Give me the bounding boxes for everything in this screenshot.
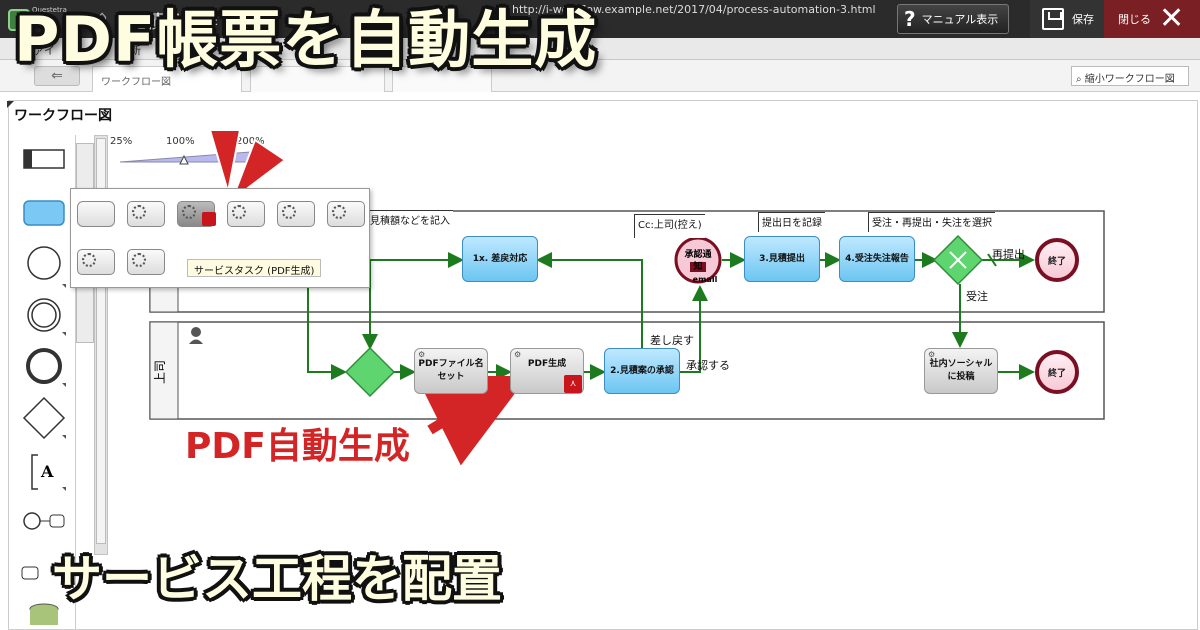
- task-approve[interactable]: 2.見積案の承認: [604, 348, 680, 394]
- gear-icon: [232, 205, 246, 219]
- pdf-icon: [202, 212, 216, 226]
- popup-tooltip: サービスタスク (PDF生成): [187, 259, 322, 277]
- service-task-popup: サービスタスク (PDF生成): [70, 188, 370, 288]
- task-pdf-filename[interactable]: ⚙ PDFファイル名セット: [414, 348, 488, 394]
- popup-pdf-task[interactable]: [177, 201, 216, 227]
- task-submit[interactable]: 3.見積提出: [744, 236, 820, 282]
- gear-icon: [282, 205, 296, 219]
- annotation-top-left[interactable]: 見積額などを記入: [366, 210, 453, 228]
- lower-lane-label: 上司: [153, 360, 167, 384]
- gear-icon: [332, 205, 346, 219]
- gear-icon: [182, 205, 196, 219]
- gear-icon: ⚙: [418, 350, 426, 359]
- gear-icon: [82, 253, 96, 267]
- popup-plain-task[interactable]: [77, 201, 115, 227]
- edge-label-return: 差し戻す: [650, 334, 694, 347]
- task-post-social-label: 社内ソーシャルに投稿: [929, 359, 993, 382]
- popup-filename-task[interactable]: [77, 249, 115, 275]
- popup-chat-task[interactable]: [127, 249, 165, 275]
- gear-icon: [132, 253, 146, 267]
- gear-icon: ⚙: [514, 350, 522, 359]
- task-pdf-gen-label: PDF生成: [527, 358, 567, 369]
- annotation-cc[interactable]: Cc:上司(控え): [634, 214, 705, 238]
- pdf-callout-text: PDF自動生成: [185, 426, 410, 467]
- task-report[interactable]: 4.受注失注報告: [839, 236, 915, 282]
- edge-label-won: 受注: [966, 290, 988, 303]
- popup-db-task[interactable]: [277, 201, 315, 227]
- popup-table-task[interactable]: [127, 201, 165, 227]
- pdf-icon: ⋏: [564, 375, 582, 393]
- workflow-diagram: 上司 承認通 知 email: [149, 129, 1105, 466]
- edge-label-approve: 承認する: [686, 359, 730, 372]
- popup-script-task[interactable]: [227, 201, 265, 227]
- annotation-submit[interactable]: 提出日を記録: [758, 212, 825, 232]
- red-arrow-1: [208, 129, 242, 193]
- task-post-social[interactable]: ⚙ 社内ソーシャルに投稿: [924, 348, 998, 394]
- task-revise[interactable]: 1x. 差戻対応: [462, 236, 538, 282]
- gear-icon: [132, 205, 146, 219]
- notify-email-label: email: [693, 275, 718, 284]
- task-pdf-filename-label: PDFファイル名セット: [418, 359, 484, 382]
- edge-label-resubmit: 再提出: [992, 248, 1025, 261]
- notify-label: 承認通: [684, 248, 711, 260]
- end-event-lower[interactable]: 終了: [1035, 350, 1079, 394]
- popup-subprocess-task[interactable]: [327, 201, 365, 227]
- bottom-caption-text: サービス工程を配置: [52, 550, 502, 608]
- notify-label-2: 知: [692, 260, 702, 272]
- headline-text: PDF帳票を自動生成: [14, 3, 598, 76]
- annotation-choose[interactable]: 受注・再提出・失注を選択: [868, 212, 995, 232]
- end-event-upper[interactable]: 終了: [1035, 238, 1079, 282]
- gear-icon: ⚙: [928, 350, 936, 359]
